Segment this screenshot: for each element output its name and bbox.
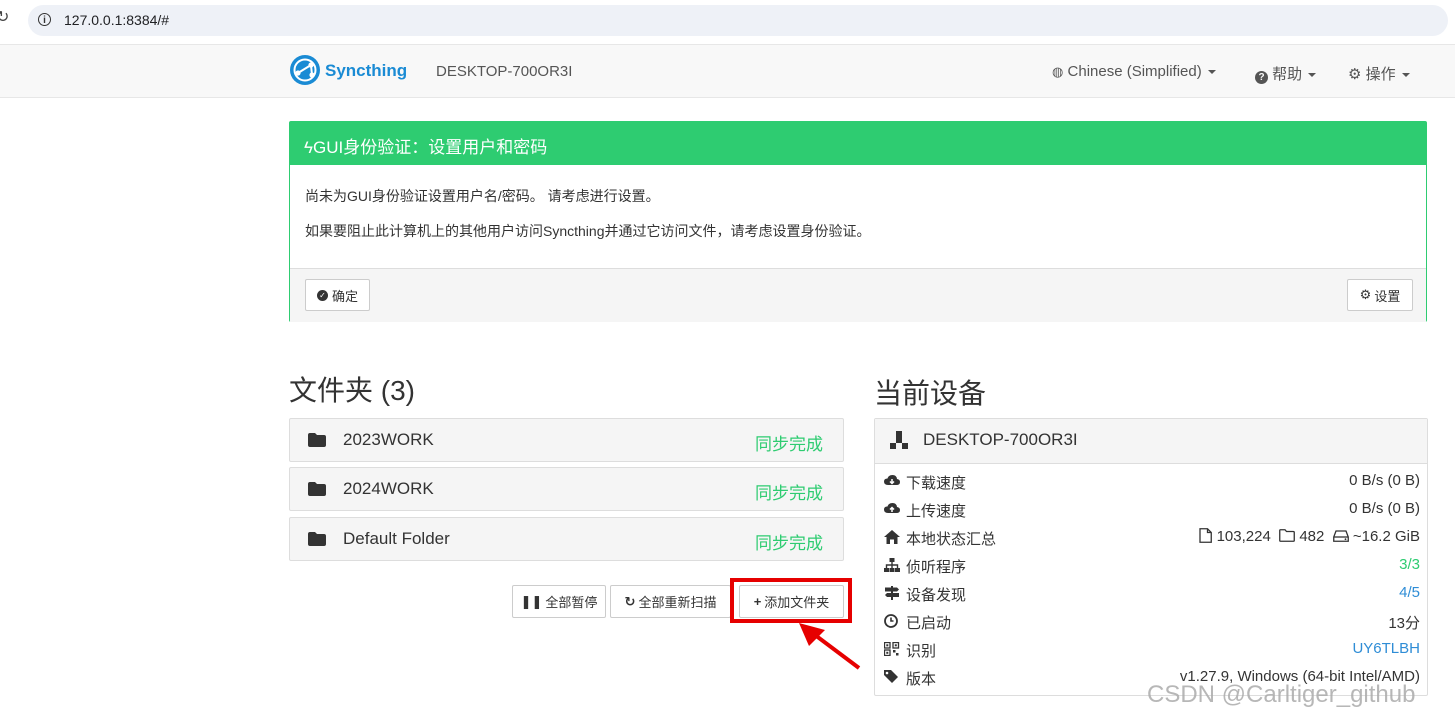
- gear-icon: ⚙: [1348, 66, 1362, 83]
- folder-name: Default Folder: [343, 529, 450, 548]
- clock-icon: [884, 614, 898, 628]
- row-value[interactable]: 3/3: [1399, 556, 1420, 573]
- pause-all-button[interactable]: ❚❚ 全部暂停: [512, 585, 606, 618]
- tag-icon: [884, 670, 898, 683]
- folder-row-2023work[interactable]: 2023WORK 同步完成: [289, 418, 844, 462]
- ok-button[interactable]: ✓ 确定: [305, 279, 370, 311]
- sitemap-icon: [890, 431, 908, 449]
- navbar-device-name: DESKTOP-700OR3I: [436, 63, 573, 80]
- row-label: 已启动: [906, 615, 952, 632]
- folders-title: 文件夹 (3): [289, 375, 416, 406]
- info-icon[interactable]: i: [38, 13, 51, 26]
- device-row-upload-rate: 上传速度 0 B/s (0 B): [884, 498, 1420, 520]
- auth-alert-title-text: GUI身份验证：设置用户和密码: [313, 138, 548, 157]
- rescan-all-button[interactable]: ↻ 全部重新扫描: [610, 585, 731, 618]
- chevron-down-icon: [1207, 70, 1216, 75]
- navbar: [0, 44, 1455, 98]
- auth-alert-title: ϟGUI身份验证：设置用户和密码: [304, 133, 547, 158]
- settings-button-label: 设置: [1374, 288, 1401, 304]
- globe-icon: ◍: [1052, 64, 1064, 79]
- hdd-icon: [1332, 530, 1349, 542]
- folder-row-default-folder[interactable]: Default Folder 同步完成: [289, 517, 844, 561]
- folder-icon: [308, 532, 326, 546]
- actions-label: 操作: [1365, 66, 1396, 83]
- help-menu[interactable]: ? 帮助: [1255, 63, 1317, 84]
- folder-status: 同步完成: [755, 534, 823, 553]
- syncthing-logo-icon[interactable]: [289, 54, 321, 86]
- language-label: Chinese (Simplified): [1067, 63, 1202, 80]
- auth-alert-message-2: 如果要阻止此计算机上的其他用户访问Syncthing并通过它访问文件，请考虑设置…: [305, 223, 871, 239]
- watermark: CSDN @Carltiger_github: [1147, 681, 1416, 708]
- folder-icon: [308, 433, 326, 447]
- pause-icon: ❚❚: [520, 593, 543, 609]
- row-label: 版本: [906, 671, 937, 688]
- folder-open-icon: [1279, 529, 1296, 542]
- pause-all-label: 全部暂停: [545, 595, 598, 610]
- row-label: 本地状态汇总: [906, 531, 997, 548]
- sitemap-icon: [884, 558, 900, 572]
- auth-alert-message-1: 尚未为GUI身份验证设置用户名/密码。 请考虑进行设置。: [305, 188, 660, 204]
- annotation-arrow-icon: [799, 623, 861, 670]
- ok-button-label: 确定: [331, 288, 358, 304]
- file-icon: [1199, 528, 1213, 543]
- address-bar[interactable]: [28, 5, 1448, 36]
- file-count: 103,224: [1216, 528, 1271, 545]
- cloud-download-icon: [884, 475, 900, 485]
- device-section-title: 当前设备: [874, 378, 987, 409]
- device-panel-name: DESKTOP-700OR3I: [923, 430, 1078, 449]
- folder-status: 同步完成: [755, 435, 823, 454]
- row-label: 设备发现: [906, 587, 967, 604]
- folder-icon: [308, 482, 326, 496]
- auth-alert-footer: [290, 268, 1426, 322]
- actions-menu[interactable]: ⚙ 操作: [1348, 63, 1410, 84]
- logo-text[interactable]: Syncthing: [325, 61, 407, 81]
- row-label: 识别: [906, 643, 937, 660]
- check-circle-icon: ✓: [316, 289, 328, 301]
- device-row-discovery: 设备发现 4/5: [884, 582, 1420, 604]
- row-value: 13分: [1388, 615, 1420, 632]
- row-value[interactable]: UY6TLBH: [1352, 640, 1420, 657]
- help-label: 帮助: [1272, 66, 1303, 83]
- cloud-upload-icon: [884, 503, 900, 513]
- dir-count: 482: [1299, 528, 1325, 545]
- device-row-listeners: 侦听程序 3/3: [884, 554, 1420, 576]
- language-menu[interactable]: ◍ Chinese (Simplified): [1052, 63, 1216, 80]
- signpost-icon: [885, 586, 899, 600]
- device-row-local-state: 本地状态汇总 103,224 482 ~16.2 GiB: [884, 526, 1420, 548]
- refresh-icon: ↻: [624, 593, 636, 609]
- chevron-down-icon: [1308, 73, 1317, 78]
- settings-button[interactable]: ⚙ 设置: [1347, 279, 1413, 311]
- row-label: 下载速度: [906, 475, 967, 492]
- highlight-box: [730, 578, 852, 623]
- row-value: 0 B/s (0 B): [1349, 472, 1420, 489]
- rescan-all-label: 全部重新扫描: [638, 595, 717, 610]
- gear-icon: ⚙: [1359, 287, 1372, 302]
- row-value[interactable]: 4/5: [1399, 584, 1420, 601]
- home-icon: [884, 530, 900, 544]
- question-circle-icon: ?: [1255, 71, 1268, 84]
- url-text[interactable]: 127.0.0.1:8384/#: [64, 12, 169, 28]
- bolt-icon: ϟ: [304, 138, 313, 157]
- row-label: 侦听程序: [906, 559, 967, 576]
- reload-icon[interactable]: ↻: [0, 10, 10, 26]
- device-row-uptime: 已启动 13分: [884, 610, 1420, 632]
- folder-name: 2023WORK: [343, 430, 434, 449]
- row-label: 上传速度: [906, 503, 967, 520]
- row-value: 0 B/s (0 B): [1349, 500, 1420, 517]
- device-row-identification: 识别 UY6TLBH: [884, 638, 1420, 660]
- folder-row-2024work[interactable]: 2024WORK 同步完成: [289, 467, 844, 511]
- qrcode-icon: [884, 642, 900, 656]
- folder-status: 同步完成: [755, 484, 823, 503]
- row-value: 103,224 482 ~16.2 GiB: [1199, 528, 1420, 545]
- disk-size: ~16.2 GiB: [1352, 528, 1420, 545]
- chevron-down-icon: [1401, 73, 1410, 78]
- folder-name: 2024WORK: [343, 479, 434, 498]
- device-row-download-rate: 下载速度 0 B/s (0 B): [884, 470, 1420, 492]
